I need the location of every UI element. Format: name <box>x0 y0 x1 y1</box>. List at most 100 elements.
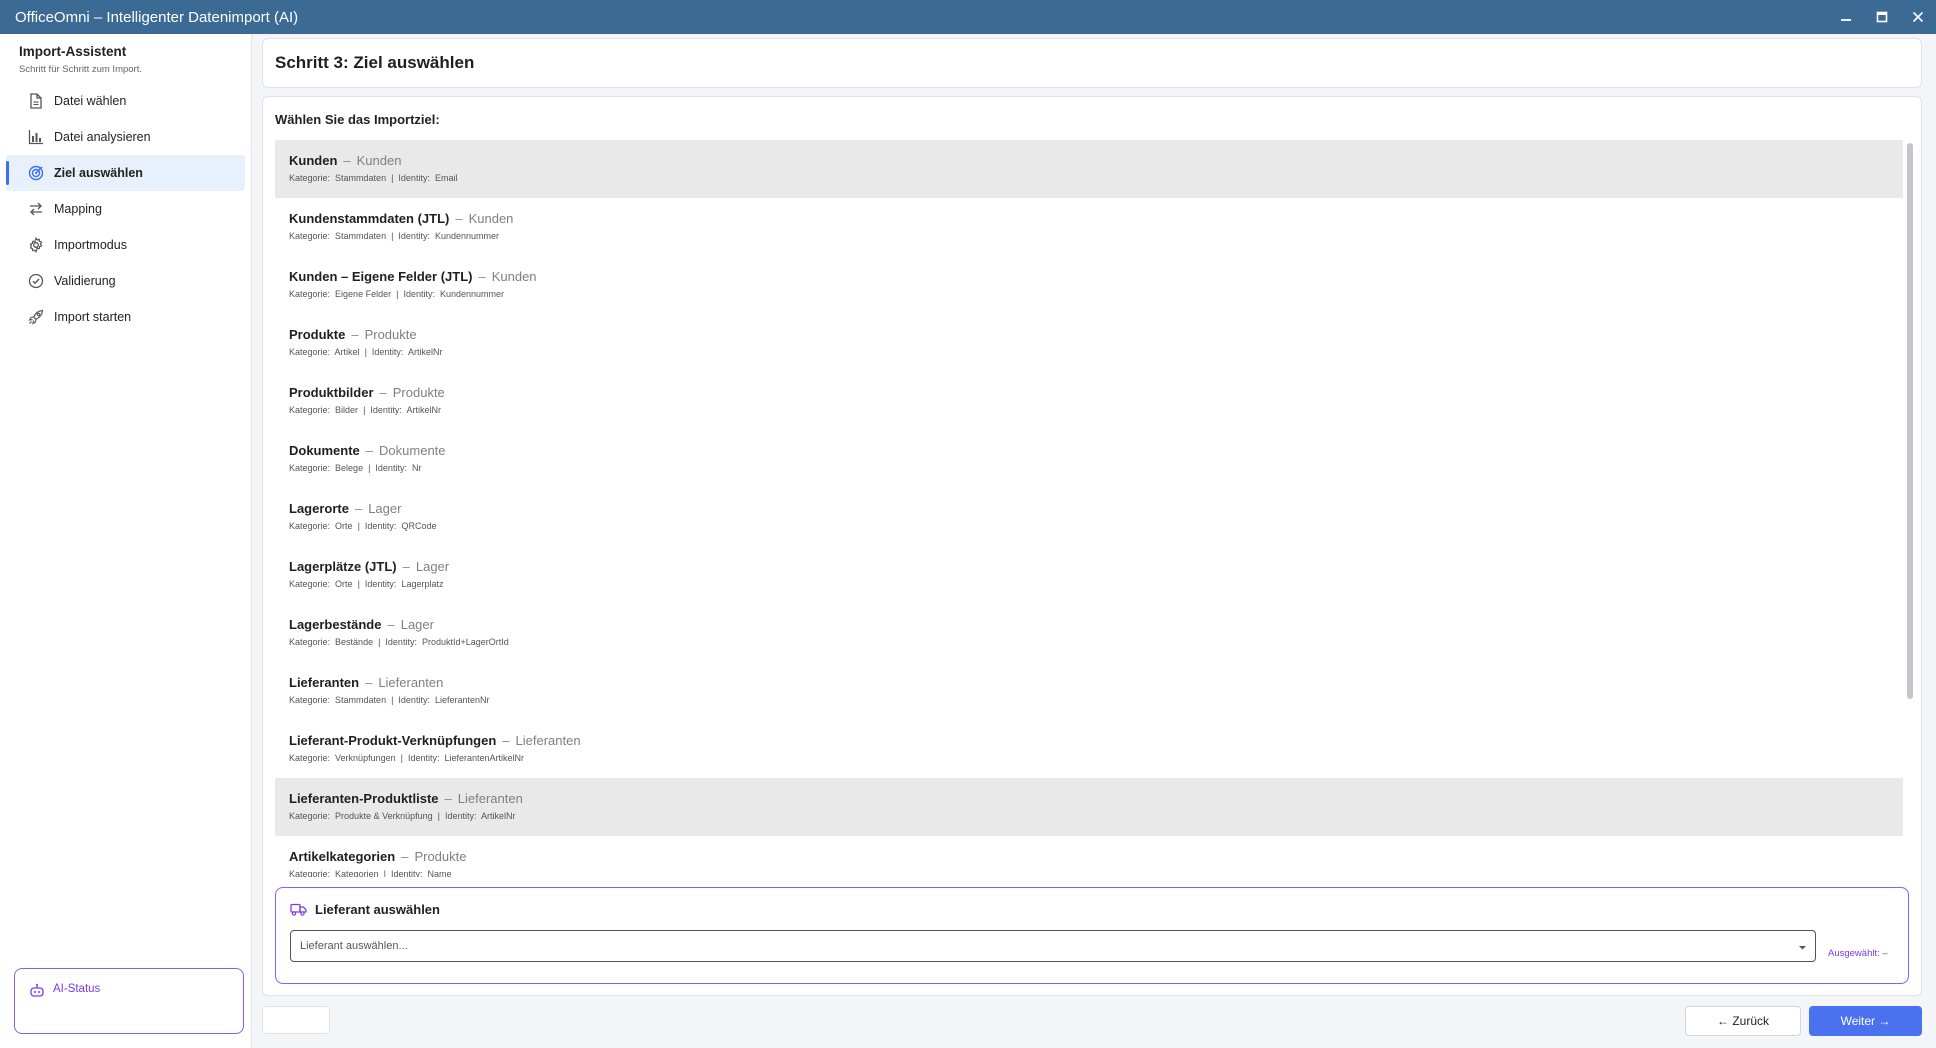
maximize-icon <box>1876 11 1888 23</box>
page-title: Schritt 3: Ziel auswählen <box>275 53 475 72</box>
category-label: Kategorie: <box>289 811 331 821</box>
target-category: Artikel <box>334 347 360 357</box>
target-list: Kunden – Kunden Kategorie: Stammdaten | Ide… <box>275 140 1903 877</box>
list-item[interactable]: Kunden – Eigene Felder (JTL) – Kunden Kateg… <box>275 256 1903 314</box>
target-identity: ArtikelNr <box>407 347 443 357</box>
target-category: Stammdaten <box>335 173 387 183</box>
target-identity: Name <box>427 869 452 877</box>
target-separator: – <box>379 385 387 400</box>
target-group: Dokumente <box>379 443 446 458</box>
target-category: Stammdaten <box>335 231 387 241</box>
list-item[interactable]: Lagerorte – Lager Kategorie: Orte | Identit… <box>275 488 1903 546</box>
target-identity: Lagerplatz <box>401 579 444 589</box>
target-separator: – <box>343 153 351 168</box>
sidebar-item-label: Import starten <box>54 310 132 324</box>
list-item[interactable]: Lieferanten – Lieferanten Kategorie: Stammd… <box>275 662 1903 720</box>
target-category: Produkte & Verknüpfung <box>335 811 433 821</box>
target-group: Lieferanten <box>457 791 523 806</box>
target-name: Kunden <box>289 153 338 168</box>
target-separator: – <box>502 733 510 748</box>
list-scrollbar[interactable] <box>1907 143 1913 699</box>
category-label: Kategorie: <box>289 347 331 357</box>
list-item[interactable]: Produktbilder – Produkte Kategorie: Bilder … <box>275 372 1903 430</box>
target-group: Produkte <box>414 849 467 864</box>
sidebar-item-validierung[interactable]: Validierung <box>6 263 245 299</box>
target-name: Artikelkategorien <box>289 849 396 864</box>
target-name: Lieferanten-Produktliste <box>289 791 439 806</box>
supplier-select-placeholder: Lieferant auswählen... <box>300 940 408 952</box>
target-identity: QRCode <box>401 521 437 531</box>
identity-label: Identity: <box>371 347 404 357</box>
target-category: Belege <box>335 463 364 473</box>
list-item[interactable]: Lagerbestände – Lager Kategorie: Bestände |… <box>275 604 1903 662</box>
target-identity: ProduktId+LagerOrtId <box>421 637 509 647</box>
target-separator: – <box>444 791 452 806</box>
target-category: Stammdaten <box>335 695 387 705</box>
list-item[interactable]: Kundenstammdaten (JTL) – Kunden Kategorie: … <box>275 198 1903 256</box>
category-label: Kategorie: <box>289 521 331 531</box>
list-item[interactable]: Lieferanten-Produktliste – Lieferanten Kate… <box>275 778 1903 836</box>
identity-label: Identity: <box>407 753 440 763</box>
list-item[interactable]: Lagerplätze (JTL) – Lager Kategorie: Orte |… <box>275 546 1903 604</box>
target-separator: – <box>387 617 395 632</box>
sidebar-item-label: Importmodus <box>54 238 127 252</box>
list-item[interactable]: Artikelkategorien – Produkte Kategorie: Kat… <box>275 836 1903 877</box>
ai-status-label: AI-Status <box>53 983 101 995</box>
identity-label: Identity: <box>364 579 397 589</box>
sidebar-item-datei-waehlen[interactable]: Datei wählen <box>6 83 245 119</box>
truck-icon <box>290 903 307 916</box>
supplier-select[interactable]: Lieferant auswählen... <box>290 930 1816 962</box>
target-category: Verknüpfungen <box>335 753 396 763</box>
target-category: Bestände <box>335 637 374 647</box>
target-name: Kunden – Eigene Felder (JTL) <box>289 269 473 284</box>
sidebar-item-ziel-auswaehlen[interactable]: Ziel auswählen <box>6 155 245 191</box>
footer-placeholder-button[interactable] <box>262 1006 330 1034</box>
minimize-button[interactable] <box>1828 0 1864 34</box>
target-identity: ArtikelNr <box>481 811 516 821</box>
target-separator: – <box>401 849 409 864</box>
target-group: Lieferanten <box>515 733 581 748</box>
sidebar-item-label: Validierung <box>54 274 116 288</box>
target-name: Lieferant-Produkt-Verknüpfungen <box>289 733 497 748</box>
identity-label: Identity: <box>370 405 402 415</box>
sidebar-item-import-starten[interactable]: Import starten <box>6 299 245 335</box>
target-identity: Nr <box>411 463 422 473</box>
sidebar-item-importmodus[interactable]: Importmodus <box>6 227 245 263</box>
target-group: Lager <box>400 617 434 632</box>
list-item[interactable]: Produkte – Produkte Kategorie: Artikel | Id… <box>275 314 1903 372</box>
target-separator: – <box>365 443 374 458</box>
category-label: Kategorie: <box>289 289 331 299</box>
target-identity: Email <box>434 173 458 183</box>
minimize-icon <box>1841 19 1851 21</box>
list-item[interactable]: Lieferant-Produkt-Verknüpfungen – Lieferan… <box>275 720 1903 778</box>
close-button[interactable] <box>1900 0 1936 34</box>
target-selection-card: Wählen Sie das Importziel: Kunden – Kunden… <box>262 96 1922 996</box>
target-identity: LieferantenNr <box>434 695 490 705</box>
category-label: Kategorie: <box>289 405 331 415</box>
category-label: Kategorie: <box>289 579 331 589</box>
category-label: Kategorie: <box>289 695 331 705</box>
back-button[interactable]: ← Zurück <box>1685 1006 1801 1036</box>
target-category: Orte <box>335 521 353 531</box>
maximize-button[interactable] <box>1864 0 1900 34</box>
title-bar: OfficeOmni – Intelligenter Datenimport (… <box>0 0 1936 34</box>
target-group: Lager <box>415 559 450 574</box>
sidebar-item-label: Mapping <box>54 202 102 216</box>
wizard-steps: Datei wählen Datei analysieren Ziel ausw… <box>0 83 251 335</box>
sidebar-item-label: Datei wählen <box>54 94 127 108</box>
sidebar-item-mapping[interactable]: Mapping <box>6 191 245 227</box>
target-separator: – <box>455 211 463 226</box>
identity-label: Identity: <box>364 521 397 531</box>
window-title: OfficeOmni – Intelligenter Datenimport (… <box>15 8 299 26</box>
sidebar-item-datei-analysieren[interactable]: Datei analysieren <box>6 119 245 155</box>
target-identity: LieferantenArtikelNr <box>444 753 525 763</box>
next-button[interactable]: Weiter → <box>1809 1006 1922 1036</box>
list-item[interactable]: Dokumente – Dokumente Kategorie: Belege | I… <box>275 430 1903 488</box>
list-item[interactable]: Kunden – Kunden Kategorie: Stammdaten | Ide… <box>275 140 1903 198</box>
close-icon <box>1912 11 1924 23</box>
target-name: Lagerbestände <box>289 617 382 632</box>
identity-label: Identity: <box>398 173 430 183</box>
target-group: Produkte <box>364 327 417 342</box>
target-group: Produkte <box>392 385 445 400</box>
category-label: Kategorie: <box>289 231 331 241</box>
